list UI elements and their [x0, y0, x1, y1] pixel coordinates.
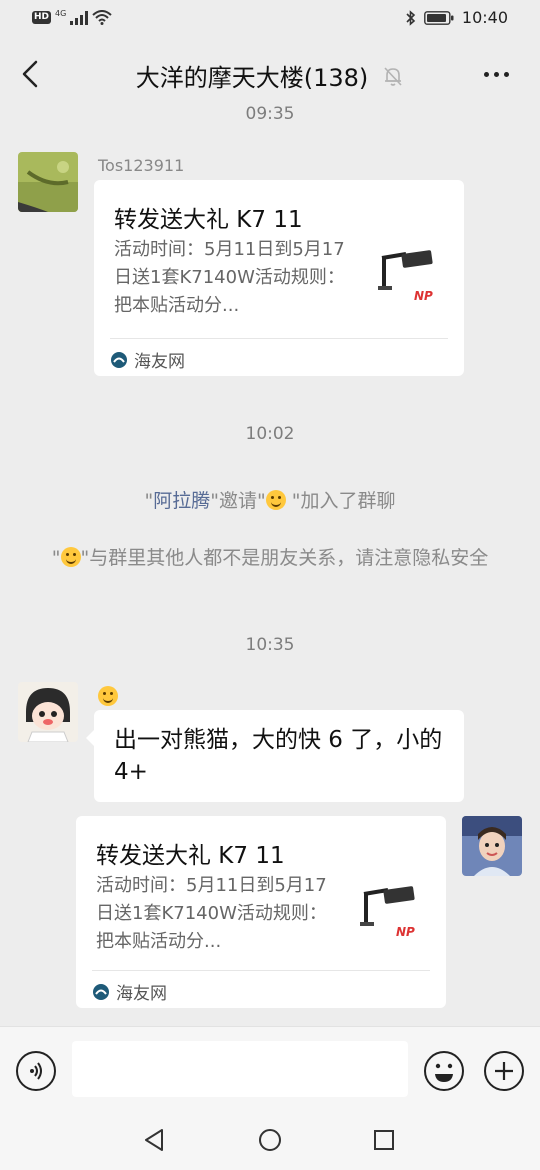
text-message-bubble[interactable]: 出一对熊猫，大的快 6 了，小的 4+ — [86, 710, 464, 802]
circle-home-icon — [259, 1129, 281, 1151]
sender-name: Tos123911 — [98, 156, 185, 175]
sys-join-end: "加入了群聊 — [285, 490, 396, 512]
card-divider — [110, 338, 448, 339]
card-thumbnail: NP — [374, 248, 442, 316]
sender-name — [98, 686, 118, 707]
card-thumbnail: NP — [356, 884, 424, 952]
chat-header: 大洋的摩天大楼(138) — [0, 44, 540, 104]
status-right: 10:40 — [406, 8, 508, 27]
system-message-privacy: " "与群里其他人都不是朋友关系，请注意隐私安全 — [40, 544, 500, 572]
source-logo-icon — [93, 983, 109, 1000]
hd-badge: HD — [32, 11, 52, 24]
timestamp: 09:35 — [245, 104, 295, 124]
card-title: 转发送大礼 K7 11 — [96, 843, 285, 869]
clock-time: 10:40 — [461, 8, 508, 27]
svg-text:NP: NP — [414, 289, 433, 303]
more-dot — [493, 71, 499, 77]
link-card[interactable]: 转发送大礼 K7 11 活动时间：5月11日到5月17日送1套K7140W活动规… — [94, 180, 464, 376]
card-description: 活动时间：5月11日到5月17日送1套K7140W活动规则：把本贴活动分... — [114, 239, 345, 316]
smiley-emoji-icon — [265, 490, 286, 510]
square-recents-icon — [374, 1130, 394, 1150]
smiley-emoji-icon — [60, 547, 81, 567]
more-functions-button[interactable] — [484, 1051, 524, 1091]
timestamp: 10:35 — [245, 635, 295, 655]
card-description: 活动时间：5月11日到5月17日送1套K7140W活动规则：把本贴活动分... — [96, 875, 327, 952]
battery-icon — [423, 10, 454, 25]
chat-title-area: 大洋的摩天大楼(138) — [0, 58, 540, 93]
card-source-label: 海友网 — [134, 352, 185, 372]
bluetooth-icon — [406, 9, 416, 26]
chat-title: 大洋的摩天大楼(138) — [135, 64, 369, 92]
message-input[interactable] — [72, 1041, 408, 1097]
more-dot — [503, 71, 509, 77]
source-logo-icon — [111, 351, 127, 368]
status-left: HD 4G — [32, 9, 112, 25]
more-options-button[interactable] — [476, 58, 516, 90]
status-bar: HD 4G 10:40 — [0, 0, 540, 38]
message-text: 出一对熊猫，大的快 6 了，小的 4+ — [114, 727, 443, 785]
sys-join-middle: "邀请" — [210, 490, 266, 512]
wifi-icon — [92, 10, 112, 25]
card-source: 海友网 — [92, 979, 167, 1004]
nav-back-button[interactable] — [140, 1126, 168, 1154]
system-message-join: "阿拉腾"邀请" "加入了群聊 — [40, 487, 500, 515]
voice-icon — [30, 1062, 42, 1080]
nav-recents-button[interactable] — [370, 1126, 398, 1154]
inviter-link[interactable]: 阿拉腾 — [153, 490, 210, 512]
svg-text:NP: NP — [396, 925, 415, 939]
smiley-emoji-icon — [98, 686, 118, 706]
card-title: 转发送大礼 K7 11 — [114, 207, 303, 233]
card-divider — [92, 970, 430, 971]
card-source-label: 海友网 — [116, 984, 167, 1004]
nav-home-button[interactable] — [256, 1126, 284, 1154]
emoji-button[interactable] — [424, 1051, 464, 1091]
card-source: 海友网 — [110, 347, 185, 372]
sender-avatar[interactable] — [18, 682, 78, 742]
sys-privacy-text: "与群里其他人都不是朋友关系，请注意隐私安全 — [80, 547, 489, 569]
sys-quote-open: " — [144, 490, 154, 512]
network-type-label: 4G — [55, 9, 67, 18]
sender-avatar[interactable] — [18, 152, 78, 212]
mute-bell-icon — [384, 66, 402, 86]
timestamp: 10:02 — [245, 424, 295, 444]
system-navigation-bar — [0, 1106, 540, 1170]
my-avatar[interactable] — [462, 816, 522, 876]
signal-icon — [70, 10, 89, 25]
plus-icon — [495, 1062, 513, 1080]
voice-input-button[interactable] — [16, 1051, 56, 1091]
bubble-tail — [86, 730, 94, 746]
chat-input-bar — [0, 1026, 540, 1106]
more-dot — [483, 71, 489, 77]
triangle-back-icon — [145, 1129, 163, 1151]
avatar-image — [462, 816, 522, 876]
link-card[interactable]: 转发送大礼 K7 11 活动时间：5月11日到5月17日送1套K7140W活动规… — [76, 816, 446, 1008]
avatar-image — [18, 682, 78, 742]
avatar-image — [18, 152, 78, 212]
sys-quote-open: " — [51, 547, 61, 569]
smiley-face-icon — [435, 1063, 453, 1082]
